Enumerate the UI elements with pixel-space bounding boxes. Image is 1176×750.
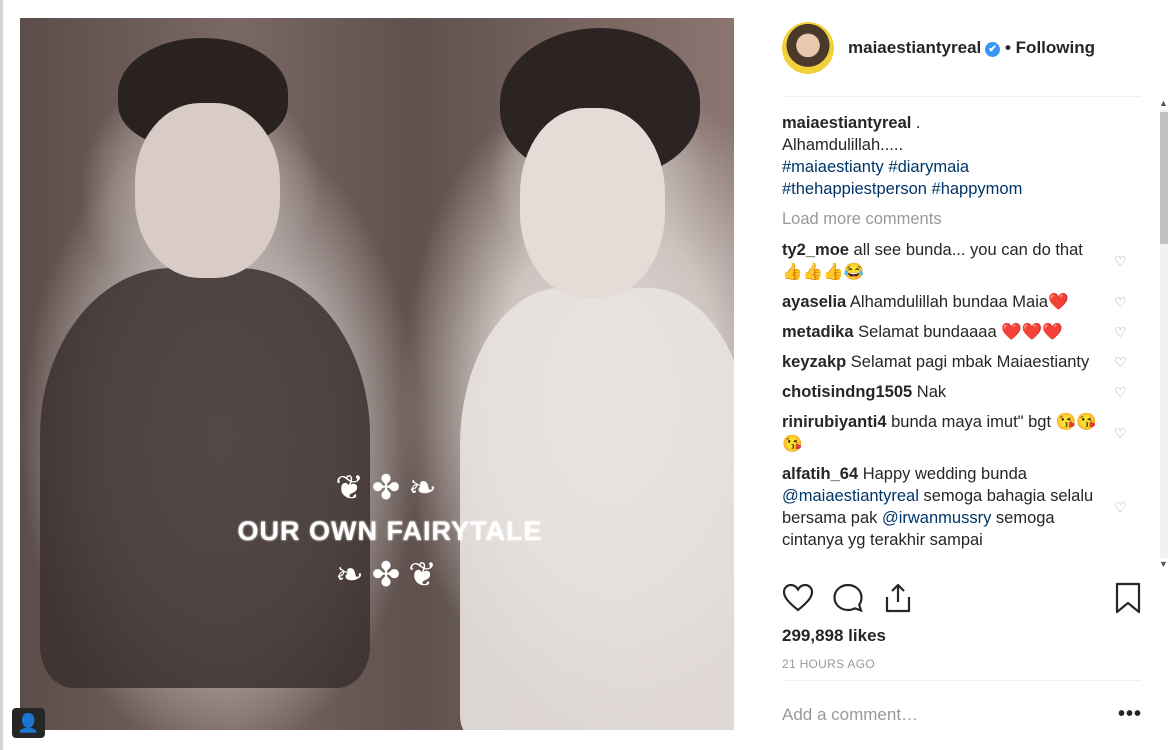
comment-username[interactable]: metadika (782, 323, 854, 341)
like-comment-icon[interactable]: ♡ (1114, 425, 1130, 441)
mention-link[interactable]: @irwanmussry (882, 509, 991, 527)
avatar[interactable] (782, 22, 834, 74)
fairytale-overlay: ❦✤❧ OUR OWN FAIRYTALE ❧✤❦ (220, 468, 560, 595)
hashtag-link[interactable]: #maiaestianty #diarymaia (782, 158, 969, 176)
caption-text: . (911, 114, 921, 132)
comment-username[interactable]: keyzakp (782, 353, 846, 371)
like-comment-icon[interactable]: ♡ (1114, 354, 1130, 370)
more-options-icon[interactable]: ••• (1118, 703, 1142, 726)
caption: maiaestiantyreal . Alhamdulillah..... #m… (782, 112, 1102, 200)
comment-text: Nak (912, 383, 947, 401)
photo-detail (135, 103, 280, 278)
action-bar (782, 582, 1142, 616)
username-link[interactable]: maiaestiantyreal (848, 38, 981, 57)
divider (782, 96, 1141, 97)
comment-row: ty2_moe all see bunda... you can do that… (782, 239, 1127, 283)
comment-username[interactable]: chotisindng1505 (782, 383, 912, 401)
user-tag-icon[interactable]: 👤 (12, 708, 45, 738)
add-comment-input[interactable]: Add a comment… (782, 705, 918, 725)
post-header: maiaestiantyreal ✔ • Following (782, 22, 1142, 74)
like-comment-icon[interactable]: ♡ (1114, 384, 1130, 400)
like-comment-icon[interactable]: ♡ (1114, 294, 1130, 310)
share-button[interactable] (882, 582, 914, 619)
overlay-title: OUR OWN FAIRYTALE (237, 516, 543, 546)
header-username: maiaestiantyreal ✔ • Following (848, 38, 1095, 58)
comment-text: Alhamdulillah bundaa Maia❤️ (846, 293, 1069, 311)
divider (782, 680, 1141, 681)
like-comment-icon[interactable]: ♡ (1114, 253, 1130, 269)
ornament-top-icon: ❦✤❧ (335, 469, 445, 507)
comment-username[interactable]: alfatih_64 (782, 465, 858, 483)
scrollbar-thumb[interactable] (1160, 112, 1168, 244)
load-more-comments[interactable]: Load more comments (782, 208, 1142, 230)
comment-row: alfatih_64 Happy wedding bunda @maiaesti… (782, 463, 1127, 551)
like-button[interactable] (782, 582, 814, 619)
comment-row: ayaselia Alhamdulillah bundaa Maia❤️ ♡ (782, 291, 1127, 313)
comment-row: metadika Selamat bundaaaa ❤️❤️❤️ ♡ (782, 321, 1127, 343)
post-photo[interactable]: ❦✤❧ OUR OWN FAIRYTALE ❧✤❦ (20, 18, 734, 730)
comment-row: keyzakp Selamat pagi mbak Maiaestianty ♡ (782, 351, 1127, 373)
verified-badge-icon: ✔ (985, 42, 1001, 57)
share-icon (885, 583, 911, 613)
comment-row: rinirubiyanti4 bunda maya imut" bgt 😘😘😘 … (782, 411, 1127, 455)
mention-link[interactable]: @maiaestiantyreal (782, 487, 919, 505)
like-comment-icon[interactable]: ♡ (1114, 499, 1130, 515)
following-button[interactable]: Following (1016, 38, 1095, 57)
bookmark-icon (1115, 582, 1141, 614)
comment-row: chotisindng1505 Nak ♡ (782, 381, 1127, 403)
heart-icon (782, 583, 814, 612)
likes-count[interactable]: 299,898 likes (782, 626, 886, 646)
comment-username[interactable]: ty2_moe (782, 241, 849, 259)
post-timestamp[interactable]: 21 HOURS AGO (782, 657, 875, 671)
ornament-bottom-icon: ❧✤❦ (335, 556, 445, 594)
photo-detail (520, 108, 665, 298)
comment-icon (833, 583, 863, 613)
comment-button[interactable] (832, 582, 864, 619)
hashtag-link[interactable]: #thehappiestperson #happymom (782, 180, 1022, 198)
scroll-up-icon[interactable]: ▲ (1159, 98, 1168, 108)
comment-username[interactable]: ayaselia (782, 293, 846, 311)
comment-username[interactable]: rinirubiyanti4 (782, 413, 887, 431)
window-edge (0, 0, 3, 750)
scroll-down-icon[interactable]: ▼ (1159, 559, 1168, 569)
separator-dot: • (1004, 38, 1011, 57)
comments-scrollbar[interactable]: ▲ ▼ (1158, 98, 1170, 570)
comment-text: Selamat bundaaaa ❤️❤️❤️ (853, 323, 1063, 341)
comments-list[interactable]: maiaestiantyreal . Alhamdulillah..... #m… (782, 112, 1142, 570)
caption-username[interactable]: maiaestiantyreal (782, 114, 911, 132)
save-button[interactable] (1114, 582, 1142, 619)
like-comment-icon[interactable]: ♡ (1114, 324, 1130, 340)
comment-text: Happy wedding bunda (858, 465, 1027, 483)
caption-text: Alhamdulillah..... (782, 136, 904, 154)
comment-text: Selamat pagi mbak Maiaestianty (846, 353, 1090, 371)
